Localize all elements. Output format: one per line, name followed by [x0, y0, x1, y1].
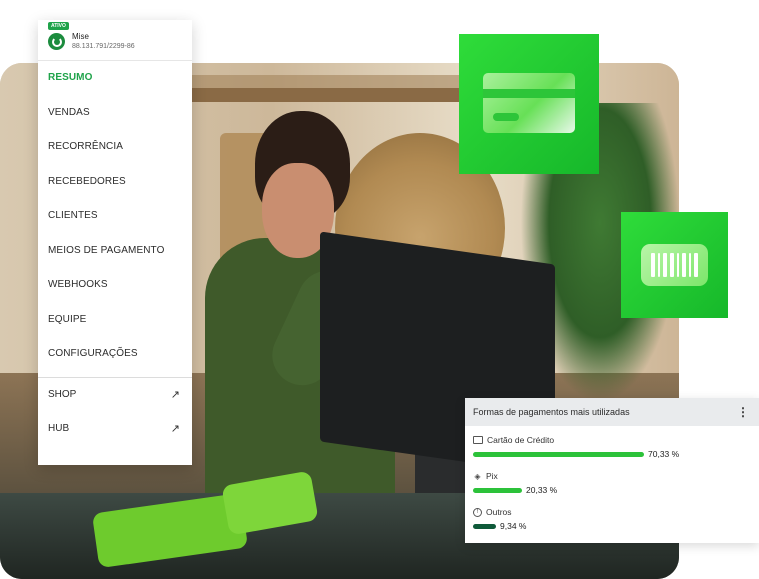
sidebar-item-webhooks[interactable]: WEBHOOKS [38, 268, 192, 303]
sidebar-item-recebedores[interactable]: RECEBEDORES [38, 165, 192, 200]
sidebar-item-label: HUB [48, 423, 70, 434]
photo-shelf-back [190, 75, 490, 89]
card-stripe [483, 89, 575, 98]
payment-method-bar [473, 487, 522, 493]
sidebar-item-resumo[interactable]: RESUMO [38, 61, 192, 96]
menu-items: RESUMO VENDAS RECORRÊNCIA RECEBEDORES CL… [38, 61, 192, 372]
payment-methods-title: Formas de pagamentos mais utilizadas [473, 407, 630, 417]
external-link-icon: ↗ [170, 423, 180, 435]
payment-method-value: 9,34 % [500, 521, 527, 531]
payment-methods-card: Formas de pagamentos mais utilizadas ⋮ C… [465, 398, 759, 543]
payment-method-row: ◈ Pix 20,33 % [465, 462, 759, 498]
sidebar-item-meios-de-pagamento[interactable]: MEIOS DE PAGAMENTO [38, 234, 192, 269]
more-options-icon[interactable]: ⋮ [737, 405, 749, 419]
payment-methods-header: Formas de pagamentos mais utilizadas ⋮ [465, 398, 759, 426]
sidebar-item-vendas[interactable]: VENDAS [38, 96, 192, 131]
card-chip [493, 113, 519, 121]
payment-method-bar [473, 451, 644, 457]
barcode-tile [621, 212, 728, 318]
payment-method-bar [473, 523, 496, 529]
payment-method-row: Cartão de Crédito 70,33 % [465, 426, 759, 462]
account-document: 88.131.791/2299-86 [72, 43, 135, 50]
account-name: Mise [72, 32, 89, 41]
store-logo-icon [48, 33, 65, 50]
sidebar-item-recorrencia[interactable]: RECORRÊNCIA [38, 130, 192, 165]
payment-method-label: Pix [486, 471, 498, 481]
payment-method-label: Cartão de Crédito [487, 435, 555, 445]
sidebar-item-hub[interactable]: HUB ↗ [38, 412, 192, 447]
payment-method-value: 20,33 % [526, 485, 558, 495]
sidebar-item-configuracoes[interactable]: CONFIGURAÇÕES [38, 337, 192, 372]
sidebar-item-equipe[interactable]: EQUIPE [38, 303, 192, 338]
info-icon: ! [473, 507, 482, 517]
credit-card-icon [483, 73, 575, 133]
pix-icon: ◈ [474, 471, 481, 481]
status-badge: ATIVO [48, 22, 69, 30]
credit-card-icon [473, 436, 483, 444]
payment-method-row: ! Outros 9,34 % [465, 498, 759, 534]
photo-shelf [190, 88, 490, 102]
sidebar-item-label: SHOP [48, 388, 77, 400]
sidebar-item-shop[interactable]: SHOP ↗ [38, 378, 192, 413]
external-link-icon: ↗ [170, 388, 180, 401]
account-switcher[interactable]: ATIVO Mise 88.131.791/2299-86 [38, 20, 192, 61]
payment-method-value: 70,33 % [648, 449, 680, 459]
barcode-icon [641, 244, 708, 286]
sidebar-item-clientes[interactable]: CLIENTES [38, 199, 192, 234]
payment-method-label: Outros [486, 507, 512, 517]
sidebar-menu: ATIVO Mise 88.131.791/2299-86 RESUMO VEN… [38, 20, 192, 465]
credit-card-tile [459, 34, 599, 174]
